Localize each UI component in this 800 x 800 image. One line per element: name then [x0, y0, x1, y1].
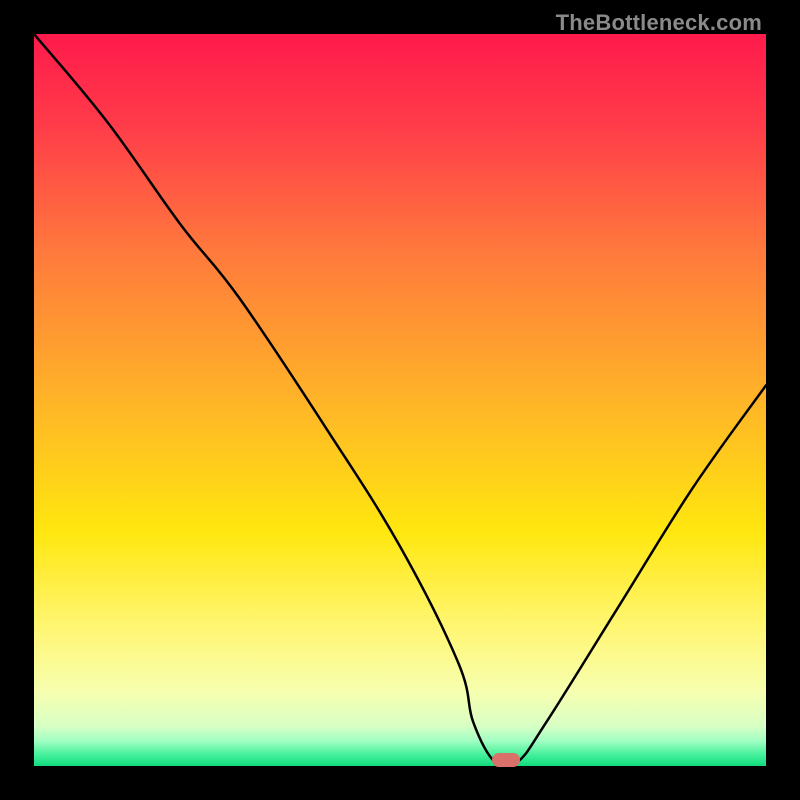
watermark-text: TheBottleneck.com — [556, 10, 762, 36]
chart-container: TheBottleneck.com — [0, 0, 800, 800]
bottleneck-curve — [34, 34, 766, 766]
plot-area — [34, 34, 766, 766]
optimal-point-marker — [492, 753, 520, 767]
